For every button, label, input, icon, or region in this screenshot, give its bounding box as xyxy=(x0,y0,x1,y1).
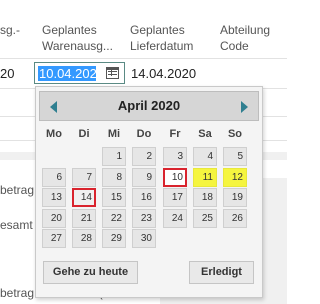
day-cell[interactable]: 24 xyxy=(163,209,187,228)
weekday-label: Mo xyxy=(46,128,62,140)
column-header-lieferdatum-line1: Geplantes xyxy=(130,23,185,37)
totals-label-2: esamt xyxy=(0,218,33,232)
day-cell[interactable]: 14 xyxy=(72,188,96,207)
go-to-today-button[interactable]: Gehe zu heute xyxy=(43,261,138,284)
column-header-warenausgang-line2: Warenausg... xyxy=(42,39,113,53)
day-cell[interactable]: 15 xyxy=(102,188,126,207)
day-cell[interactable]: 8 xyxy=(102,168,126,187)
day-cell[interactable]: 29 xyxy=(102,229,126,248)
column-header-lieferdatum-line2: Lieferdatum xyxy=(130,39,194,53)
totals-label-1: betrag xyxy=(0,183,35,197)
day-cell[interactable]: 27 xyxy=(42,229,66,248)
day-cell[interactable]: 19 xyxy=(223,188,247,207)
day-cell[interactable]: 13 xyxy=(42,188,66,207)
day-cell[interactable]: 9 xyxy=(132,168,156,187)
column-header-qty[interactable]: sg.- xyxy=(0,22,20,38)
day-cell[interactable]: 28 xyxy=(72,229,96,248)
day-cell[interactable]: 6 xyxy=(42,168,66,187)
month-title: April 2020 xyxy=(117,98,181,113)
day-cell[interactable]: 5 xyxy=(223,147,247,166)
weekday-label: Do xyxy=(136,128,152,140)
day-cell[interactable]: 16 xyxy=(132,188,156,207)
day-cell[interactable]: 23 xyxy=(132,209,156,228)
day-cell[interactable]: 26 xyxy=(223,209,247,228)
datepicker-popup[interactable]: April 2020 Mo Di Mi Do Fr Sa So 1 2 3 4 5 6 7 8 9 10 11 1… xyxy=(35,86,263,298)
day-cell[interactable]: 20 xyxy=(42,209,66,228)
qty-cell[interactable]: 20 xyxy=(0,66,14,81)
day-cell[interactable]: 1 xyxy=(102,147,126,166)
column-header-warenausgang-line1: Geplantes xyxy=(42,23,97,37)
lieferdatum-cell[interactable]: 14.04.2020 xyxy=(131,66,196,81)
weekday-label: Sa xyxy=(198,128,212,140)
day-cell[interactable]: 12 xyxy=(223,168,247,187)
day-cell[interactable]: 22 xyxy=(102,209,126,228)
warenausgang-date-input[interactable]: 10.04.2020 xyxy=(34,62,125,84)
day-cell[interactable]: 25 xyxy=(193,209,217,228)
weekday-label: So xyxy=(227,128,243,140)
datepicker-header: April 2020 xyxy=(39,91,259,121)
column-header-abteilung-line1: Abteilung xyxy=(220,23,271,37)
next-month-arrow-icon[interactable] xyxy=(241,101,248,113)
day-cell[interactable]: 21 xyxy=(72,209,96,228)
day-cell[interactable]: 4 xyxy=(193,147,217,166)
weekday-label: Fr xyxy=(169,128,181,140)
column-header-warenausgang[interactable]: Geplantes Warenausg... xyxy=(42,22,113,54)
day-cell[interactable]: 11 xyxy=(193,168,217,187)
done-button[interactable]: Erledigt xyxy=(189,261,254,284)
day-cell[interactable]: 18 xyxy=(193,188,217,207)
calendar-icon[interactable] xyxy=(106,67,119,79)
column-header-lieferdatum[interactable]: Geplantes Lieferdatum xyxy=(130,22,193,54)
weekday-label: Mi xyxy=(107,128,121,140)
column-header-abteilung[interactable]: Abteilung Code xyxy=(220,22,270,54)
day-cell[interactable]: 3 xyxy=(163,147,187,166)
header-divider xyxy=(0,58,287,59)
day-cell[interactable]: 17 xyxy=(163,188,187,207)
day-cell[interactable]: 7 xyxy=(72,168,96,187)
day-cell[interactable]: 30 xyxy=(132,229,156,248)
warenausgang-date-value[interactable]: 10.04.2020 xyxy=(38,66,96,81)
day-cell[interactable]: 2 xyxy=(132,147,156,166)
weekday-label: Di xyxy=(78,128,90,140)
column-header-qty-line1: sg.- xyxy=(0,23,21,37)
day-cell[interactable]: 10 xyxy=(163,168,187,187)
column-header-abteilung-line2: Code xyxy=(220,39,249,53)
